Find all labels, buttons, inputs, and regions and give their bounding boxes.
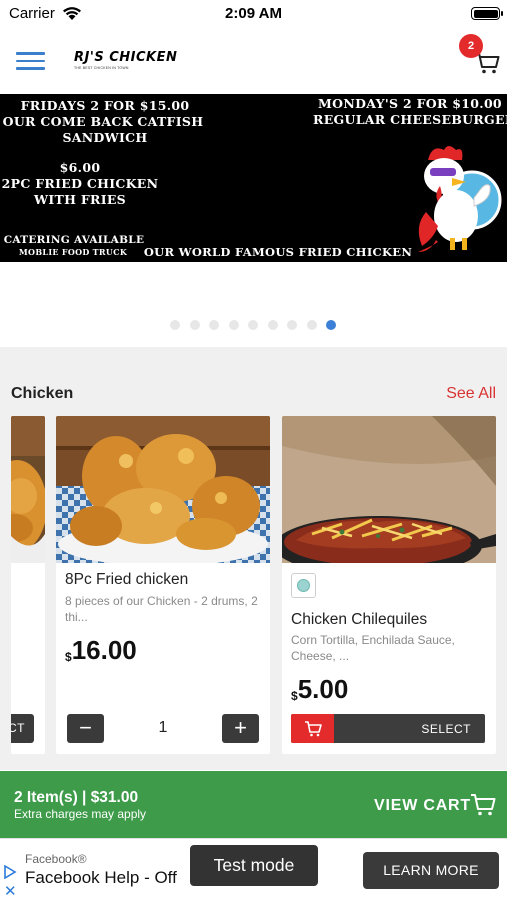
product-description: 8 pieces of our Chicken - 2 drums, 2 thi… <box>65 594 258 624</box>
banner-text: Our Come Back Catfish <box>2 114 204 129</box>
app-header: RJ'S CHICKEN THE BEST CHICKEN IN TOWN <box>0 28 507 94</box>
learn-more-button[interactable]: LEARN MORE <box>363 852 499 889</box>
section-title: Chicken <box>11 385 74 402</box>
promo-banner[interactable]: Fridays 2 for $15.00 Our Come Back Catfi… <box>0 94 507 262</box>
carousel-dot[interactable] <box>209 320 219 330</box>
partial-add-button[interactable]: CT <box>11 714 34 743</box>
carousel-dot[interactable] <box>170 320 180 330</box>
rooster-mascot-icon <box>418 146 502 252</box>
status-bar: Carrier 2:09 AM <box>0 0 507 28</box>
carousel-dot[interactable] <box>267 320 278 330</box>
banner-text: 2pc Fried Chicken <box>1 176 159 191</box>
product-title: 8Pc Fried chicken <box>65 571 189 588</box>
price-amount: 16.00 <box>71 635 137 665</box>
banner-text: Sandwich <box>62 130 148 145</box>
ad-advertiser: Facebook® <box>25 852 87 866</box>
carousel-dots[interactable] <box>170 320 336 330</box>
banner-text: Fridays 2 for $15.00 <box>20 98 190 113</box>
category-section: Chicken See All CT 8Pc Fried chicken 8 p… <box>0 347 507 770</box>
brand-logo: RJ'S CHICKEN THE BEST CHICKEN IN TOWN <box>74 50 184 76</box>
minus-icon[interactable]: − <box>67 714 104 743</box>
currency-symbol: $ <box>291 689 298 703</box>
clock: 2:09 AM <box>225 5 282 22</box>
carousel-dot[interactable] <box>228 320 239 330</box>
product-price: $16.00 <box>65 635 137 666</box>
banner-text: Regular Cheeseburger <box>313 112 507 127</box>
banner-text: Monday's 2 for $10.00 <box>318 96 502 111</box>
carousel-dot[interactable] <box>189 320 200 330</box>
carousel-dot[interactable] <box>306 320 317 330</box>
carousel-dot[interactable] <box>287 320 297 330</box>
see-all-link[interactable]: See All <box>446 385 496 403</box>
product-price: $5.00 <box>291 674 348 705</box>
carousel-dot[interactable] <box>248 320 258 330</box>
test-mode-label: Test mode <box>190 845 318 886</box>
banner-text: with Fries <box>33 192 126 207</box>
banner-text: Our World Famous Fried Chicken <box>143 245 413 259</box>
banner-text: $6.00 <box>59 160 101 175</box>
view-cart-bar[interactable]: 2 Item(s) | $31.00 Extra charges may app… <box>0 771 507 838</box>
select-button[interactable]: SELECT <box>291 714 485 743</box>
ad-play-icon[interactable] <box>3 865 17 879</box>
cart-icon <box>291 714 334 743</box>
app-screen: Carrier 2:09 AM RJ'S CHICKEN THE BEST CH… <box>0 0 507 900</box>
logo-text: RJ'S CHICKEN <box>74 50 178 65</box>
cart-note: Extra charges may apply <box>14 807 147 821</box>
menu-icon[interactable] <box>16 52 45 72</box>
close-icon[interactable]: ✕ <box>4 882 17 900</box>
view-cart-button[interactable]: VIEW CART <box>374 797 471 815</box>
banner-text: Moblie Food Truck <box>18 247 128 257</box>
product-card[interactable]: CT <box>11 416 45 754</box>
product-image <box>282 416 496 563</box>
price-amount: 5.00 <box>297 674 349 704</box>
ad-banner[interactable]: ✕ Facebook® Facebook Help - Off Test mod… <box>0 838 507 900</box>
product-description: Corn Tortilla, Enchilada Sauce, Cheese, … <box>291 633 455 663</box>
battery-icon <box>471 7 503 20</box>
product-card[interactable]: 8Pc Fried chicken 8 pieces of our Chicke… <box>56 416 270 754</box>
currency-symbol: $ <box>65 650 72 664</box>
cart-summary: 2 Item(s) | $31.00 <box>14 789 139 806</box>
product-title: Chicken Chilequiles <box>291 611 428 628</box>
quantity-value: 1 <box>158 719 168 736</box>
veg-icon <box>291 573 316 598</box>
product-image <box>11 416 45 563</box>
select-label: SELECT <box>421 722 471 736</box>
logo-tagline: THE BEST CHICKEN IN TOWN <box>74 66 129 70</box>
banner-text: Catering Available <box>3 234 145 246</box>
carousel-dot[interactable] <box>326 320 336 330</box>
plus-icon[interactable]: + <box>222 714 259 743</box>
cart-count-badge: 2 <box>459 34 483 58</box>
ad-headline[interactable]: Facebook Help - Off <box>25 868 177 888</box>
cart-icon[interactable] <box>470 793 496 817</box>
product-card[interactable]: Chicken Chilequiles Corn Tortilla, Enchi… <box>282 416 496 754</box>
product-image <box>56 416 270 563</box>
